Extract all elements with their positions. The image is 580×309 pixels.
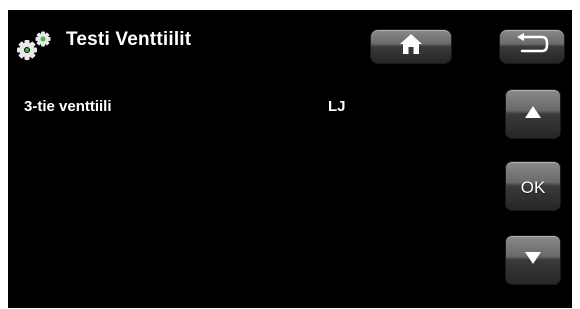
scroll-up-button[interactable] (505, 89, 561, 139)
ok-label: OK (520, 178, 546, 197)
home-button[interactable] (370, 29, 452, 64)
page-title: Testi Venttiilit (66, 29, 192, 50)
setting-value[interactable]: LJ (328, 98, 346, 115)
screen: Testi Venttiilit 3-tie venttiili LJ OK (8, 10, 572, 308)
back-arrow-icon (514, 33, 550, 60)
back-button[interactable] (499, 29, 565, 64)
up-arrow-icon (524, 105, 542, 124)
home-icon (398, 32, 424, 61)
header-bar: Testi Venttiilit (8, 10, 572, 72)
down-arrow-icon (524, 251, 542, 270)
scroll-down-button[interactable] (505, 235, 561, 285)
setting-label: 3-tie venttiili (24, 98, 112, 115)
ok-button[interactable]: OK (505, 161, 561, 211)
settings-gears-icon (12, 29, 56, 63)
